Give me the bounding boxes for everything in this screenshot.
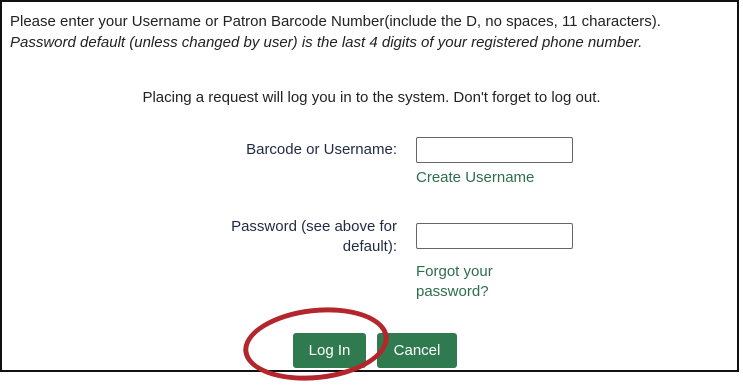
- username-input[interactable]: [416, 137, 573, 163]
- cancel-button[interactable]: Cancel: [377, 333, 457, 368]
- instructions-line-1: Please enter your Username or Patron Bar…: [10, 13, 661, 30]
- password-input[interactable]: [416, 223, 573, 249]
- username-label: Barcode or Username:: [246, 141, 397, 158]
- forgot-password-link[interactable]: Forgot your password?: [416, 262, 536, 302]
- create-username-link[interactable]: Create Username: [416, 168, 534, 188]
- forgot-password-line-2: password?: [416, 283, 489, 300]
- password-label-line-1: Password (see above for: [231, 218, 397, 235]
- password-label-line-2: default):: [342, 238, 397, 255]
- login-button[interactable]: Log In: [293, 333, 366, 368]
- password-label: Password (see above for default):: [197, 217, 397, 257]
- forgot-password-line-1: Forgot your: [416, 263, 493, 280]
- instructions: Please enter your Username or Patron Bar…: [10, 11, 661, 53]
- login-panel: Please enter your Username or Patron Bar…: [0, 0, 739, 372]
- instructions-line-2: Password default (unless changed by user…: [10, 34, 643, 51]
- login-notice: Placing a request will log you in to the…: [142, 89, 601, 106]
